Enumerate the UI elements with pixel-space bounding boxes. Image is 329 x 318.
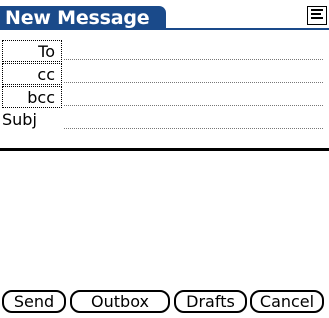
to-row: To [0, 40, 329, 62]
menu-icon-line [311, 17, 323, 19]
subject-field[interactable] [64, 128, 323, 129]
bcc-field[interactable] [64, 105, 323, 106]
outbox-button[interactable]: Outbox [70, 290, 170, 313]
menu-icon-line [311, 13, 321, 15]
bcc-row: bcc [0, 86, 329, 108]
drafts-button[interactable]: Drafts [174, 290, 247, 313]
bcc-button[interactable]: bcc [2, 86, 62, 108]
cc-field[interactable] [64, 82, 323, 83]
cancel-button[interactable]: Cancel [250, 290, 324, 313]
cc-row: cc [0, 63, 329, 85]
subject-row: Subj [0, 109, 329, 131]
to-button[interactable]: To [2, 40, 62, 62]
title-bar: New Message [0, 0, 329, 30]
title-underline [0, 28, 329, 30]
page-title: New Message [5, 7, 150, 29]
menu-icon-line [311, 9, 323, 11]
cc-button[interactable]: cc [2, 63, 62, 85]
to-field[interactable] [64, 59, 323, 60]
subject-label: Subj [2, 110, 37, 129]
button-bar: Send Outbox Drafts Cancel [0, 290, 329, 314]
message-body[interactable] [0, 151, 329, 286]
send-button[interactable]: Send [2, 290, 66, 313]
menu-icon[interactable] [307, 6, 327, 25]
title-tab[interactable]: New Message [0, 6, 166, 30]
